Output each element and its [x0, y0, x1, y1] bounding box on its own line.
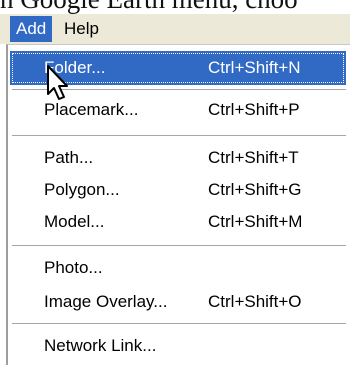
- menu-item-network-link[interactable]: Network Link...: [10, 329, 346, 363]
- menu-item-model[interactable]: Model... Ctrl+Shift+M: [10, 205, 346, 239]
- menu-item-shortcut: Ctrl+Shift+M: [208, 212, 303, 231]
- menubar: Add Help: [0, 14, 350, 44]
- menu-item-label: Placemark...: [44, 100, 139, 119]
- menu-item-path[interactable]: Path... Ctrl+Shift+T: [10, 141, 346, 175]
- menu-help[interactable]: Help: [58, 16, 105, 42]
- arrow-cursor-icon: [47, 65, 68, 100]
- menu-separator: [12, 135, 346, 137]
- menu-item-label: Image Overlay...: [44, 292, 168, 311]
- menu-item-shortcut: Ctrl+Shift+N: [208, 58, 301, 77]
- menu-item-label: Photo...: [44, 258, 103, 277]
- menu-item-shortcut: Ctrl+Shift+T: [208, 148, 299, 167]
- menu-item-shortcut: Ctrl+Shift+P: [208, 100, 300, 119]
- menu-separator: [12, 323, 346, 325]
- menu-item-polygon[interactable]: Polygon... Ctrl+Shift+G: [10, 173, 346, 207]
- menu-item-shortcut: Ctrl+Shift+G: [208, 180, 302, 199]
- menu-add[interactable]: Add: [10, 16, 53, 42]
- menu-item-label: Network Link...: [44, 336, 157, 355]
- menu-item-shortcut: Ctrl+Shift+O: [208, 292, 302, 311]
- menu-item-label: Model...: [44, 212, 105, 231]
- menu-separator: [12, 245, 346, 247]
- menu-item-label: Polygon...: [44, 180, 120, 199]
- background-document-text: n Google Earth menu, choo: [0, 0, 350, 15]
- menu-item-image-overlay[interactable]: Image Overlay... Ctrl+Shift+O: [10, 285, 346, 319]
- menu-item-photo[interactable]: Photo...: [10, 251, 346, 285]
- menu-item-label: Path...: [44, 148, 94, 167]
